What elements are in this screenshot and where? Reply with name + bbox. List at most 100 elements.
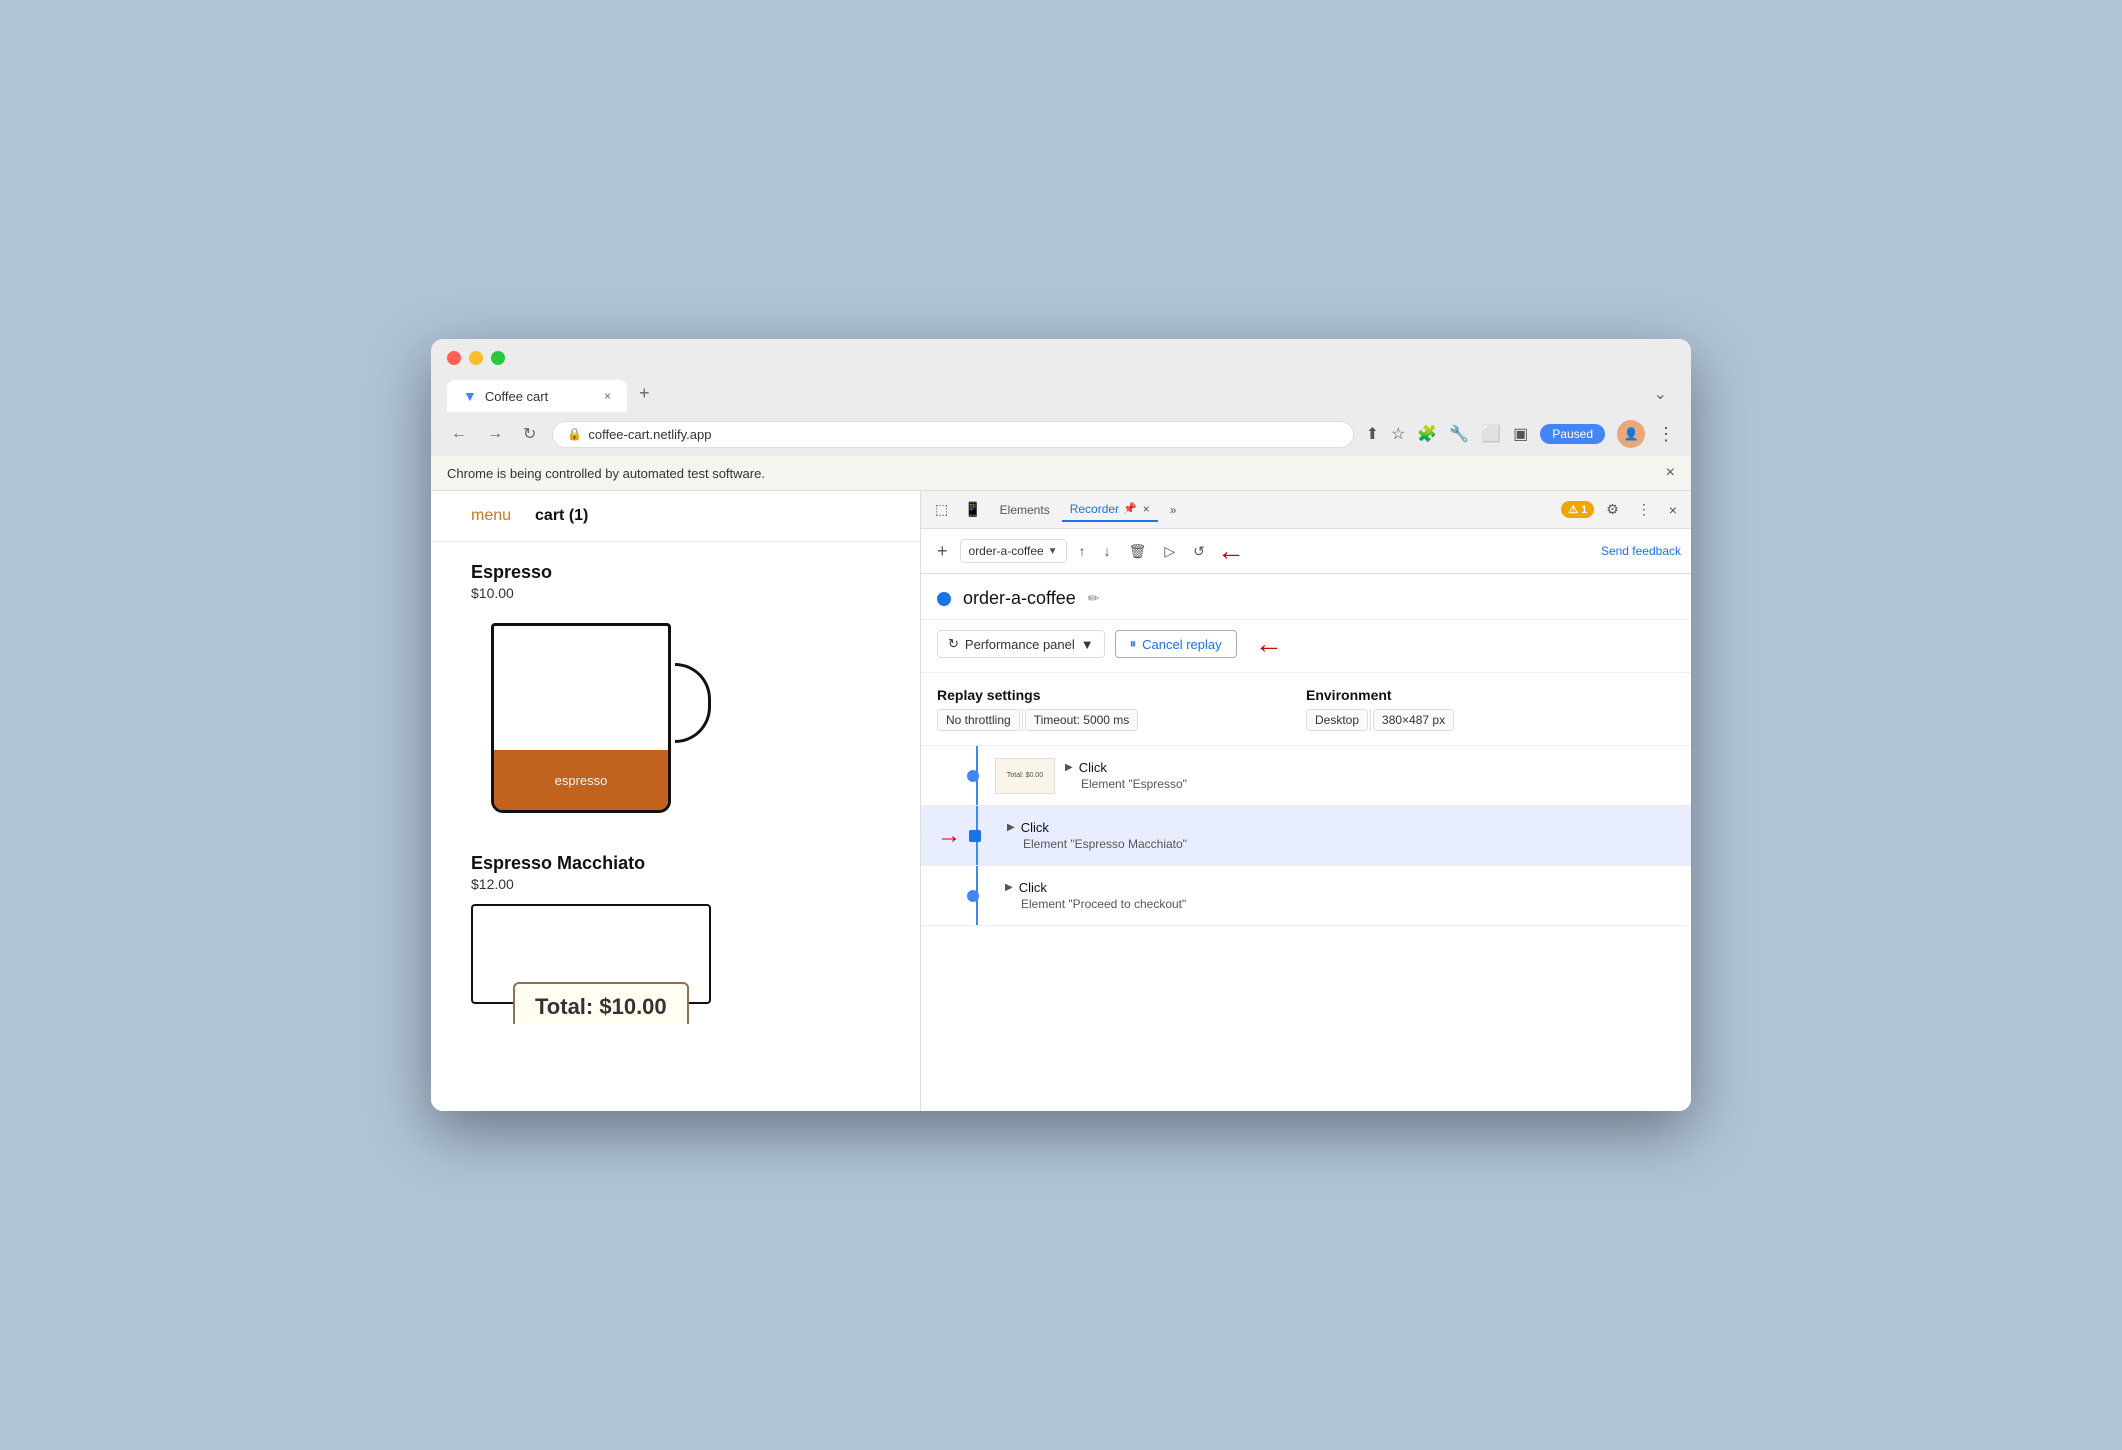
- table-row: → ▶ Click Element "Espresso Macchiato": [921, 806, 1691, 866]
- step-element-2: Element "Espresso Macchiato": [1023, 837, 1675, 851]
- replay-settings-row: No throttling Timeout: 5000 ms: [937, 709, 1306, 731]
- step-content-2: ▶ Click Element "Espresso Macchiato": [1007, 820, 1675, 851]
- close-devtools-button[interactable]: ×: [1663, 498, 1683, 522]
- tab-favicon-icon: ▼: [463, 388, 477, 404]
- tab-elements[interactable]: Elements: [992, 499, 1058, 521]
- steps-area: Total: $0.00 ▶ Click Element "Espresso" …: [921, 746, 1691, 1111]
- step-chevron-2[interactable]: ▶: [1007, 822, 1015, 833]
- minimize-traffic-light[interactable]: [469, 351, 483, 365]
- browser-window: ▼ Coffee cart × + ⌄ ← → ↻ 🔒 coffee-cart.…: [431, 339, 1691, 1111]
- lock-icon: 🔒: [567, 427, 582, 441]
- devtools-panel: ⬚ 📱 Elements Recorder 📌 × » ⚠ 1 ⚙ ⋮ ×: [921, 491, 1691, 1111]
- coffee-page: menu cart (1) Espresso $10.00 espresso: [431, 491, 921, 1111]
- espresso-cup: espresso: [471, 613, 711, 833]
- export-recording-button[interactable]: ↑: [1073, 539, 1092, 563]
- espresso-price: $10.00: [471, 585, 880, 601]
- bookmark-icon[interactable]: ☆: [1391, 424, 1405, 444]
- recording-title: order-a-coffee: [963, 588, 1076, 609]
- refresh-button[interactable]: ↻: [519, 420, 540, 448]
- env-separator: [1370, 709, 1371, 731]
- table-row: ▶ Click Element "Proceed to checkout": [921, 866, 1691, 926]
- step-content-3: ▶ Click Element "Proceed to checkout": [1005, 880, 1675, 911]
- espresso-macchiato-name: Espresso Macchiato: [471, 853, 880, 874]
- recording-header: order-a-coffee ✏: [921, 574, 1691, 620]
- perf-panel-label: Performance panel: [965, 637, 1075, 652]
- back-button[interactable]: ←: [447, 421, 471, 447]
- inspect-element-button[interactable]: ⬚: [929, 497, 954, 522]
- coffee-nav-menu-link[interactable]: menu: [471, 507, 511, 525]
- add-recording-button[interactable]: +: [931, 539, 954, 564]
- sidebar-icon[interactable]: ▣: [1513, 424, 1528, 444]
- send-feedback-link[interactable]: Send feedback: [1601, 544, 1681, 558]
- espresso-item: Espresso $10.00 espresso: [471, 562, 880, 833]
- step-chevron-3[interactable]: ▶: [1005, 882, 1013, 893]
- cancel-replay-button[interactable]: ⏸ Cancel replay: [1115, 630, 1237, 658]
- cast-icon[interactable]: ⬜: [1481, 424, 1501, 444]
- browser-menu-icon[interactable]: ⋮: [1657, 424, 1675, 445]
- step-thumbnail-1: Total: $0.00: [995, 758, 1055, 794]
- delete-recording-button[interactable]: 🗑: [1123, 539, 1153, 564]
- warning-icon: ⚠: [1568, 503, 1578, 516]
- step-content-1: ▶ Click Element "Espresso": [1065, 760, 1675, 791]
- title-bar: ▼ Coffee cart × + ⌄: [431, 339, 1691, 412]
- tab-title: Coffee cart: [485, 389, 596, 404]
- automated-notice-bar: Chrome is being controlled by automated …: [431, 456, 1691, 491]
- replay-button[interactable]: ▷: [1158, 539, 1181, 564]
- active-tab[interactable]: ▼ Coffee cart ×: [447, 380, 627, 412]
- device-toggle-button[interactable]: 📱: [958, 497, 987, 522]
- step-action-label-2: Click: [1021, 820, 1049, 835]
- extensions-icon[interactable]: 🧩: [1417, 424, 1437, 444]
- tab-close-icon[interactable]: ×: [604, 389, 611, 403]
- resolution-setting: 380×487 px: [1373, 709, 1454, 731]
- more-tabs-button[interactable]: »: [1162, 499, 1185, 521]
- performance-bar: ↻ Performance panel ▼ ⏸ Cancel replay ←: [921, 620, 1691, 673]
- more-options-button[interactable]: ⋮: [1631, 497, 1657, 522]
- edit-recording-icon[interactable]: ✏: [1088, 590, 1100, 607]
- maximize-traffic-light[interactable]: [491, 351, 505, 365]
- performance-panel-selector[interactable]: ↻ Performance panel ▼: [937, 630, 1105, 658]
- perf-panel-icon: ↻: [948, 636, 959, 652]
- environment-col: Environment Desktop 380×487 px: [1306, 687, 1675, 731]
- devtools-icon[interactable]: 🔧: [1449, 424, 1469, 444]
- tabs-row: ▼ Coffee cart × + ⌄: [447, 375, 1675, 412]
- settings-button[interactable]: ⚙: [1600, 497, 1625, 522]
- step-dot-3: [967, 890, 979, 902]
- share-icon[interactable]: ⬆: [1366, 424, 1379, 444]
- address-input[interactable]: 🔒 coffee-cart.netlify.app: [552, 421, 1353, 448]
- environment-title: Environment: [1306, 687, 1675, 703]
- recording-selector[interactable]: order-a-coffee ▼: [960, 539, 1067, 563]
- step-chevron-1[interactable]: ▶: [1065, 762, 1073, 773]
- import-recording-button[interactable]: ↓: [1098, 539, 1117, 563]
- replay-settings-title: Replay settings: [937, 687, 1306, 703]
- settings-separator: [1022, 709, 1023, 731]
- forward-button[interactable]: →: [483, 421, 507, 447]
- tab-chevron-icon: ⌄: [1646, 376, 1675, 412]
- traffic-lights: [447, 351, 1675, 365]
- browser-toolbar-icons: ⬆ ☆ 🧩 🔧 ⬜ ▣ Paused 👤 ⋮: [1366, 420, 1675, 448]
- new-tab-button[interactable]: +: [627, 375, 662, 412]
- profile-avatar[interactable]: 👤: [1617, 420, 1645, 448]
- step-action-3: ▶ Click: [1005, 880, 1675, 895]
- devtools-top-toolbar: ⬚ 📱 Elements Recorder 📌 × » ⚠ 1 ⚙ ⋮ ×: [921, 491, 1691, 529]
- step-action-1: ▶ Click: [1065, 760, 1675, 775]
- cup-liquid-label: espresso: [555, 773, 608, 788]
- recorder-close-icon[interactable]: ×: [1143, 502, 1150, 516]
- step-action-label-1: Click: [1079, 760, 1107, 775]
- automated-notice-close-icon[interactable]: ×: [1666, 464, 1675, 482]
- espresso-macchiato-image: Total: $10.00: [471, 904, 711, 1004]
- url-text: coffee-cart.netlify.app: [588, 427, 711, 442]
- pause-icon: ⏸: [1130, 636, 1137, 652]
- step-over-button[interactable]: ↺: [1187, 539, 1211, 564]
- replay-settings-col: Replay settings No throttling Timeout: 5…: [937, 687, 1306, 731]
- cup-body: espresso: [491, 623, 671, 813]
- automated-notice-text: Chrome is being controlled by automated …: [447, 466, 765, 481]
- red-arrow-annotation-1: ←: [1217, 535, 1245, 567]
- close-traffic-light[interactable]: [447, 351, 461, 365]
- step-action-2: ▶ Click: [1007, 820, 1675, 835]
- thumbnail-text-1: Total: $0.00: [1007, 772, 1043, 779]
- cup-handle: [675, 663, 711, 743]
- tab-recorder[interactable]: Recorder 📌 ×: [1062, 498, 1158, 522]
- environment-row: Desktop 380×487 px: [1306, 709, 1675, 731]
- warning-badge: ⚠ 1: [1561, 501, 1594, 518]
- step-element-1: Element "Espresso": [1081, 777, 1675, 791]
